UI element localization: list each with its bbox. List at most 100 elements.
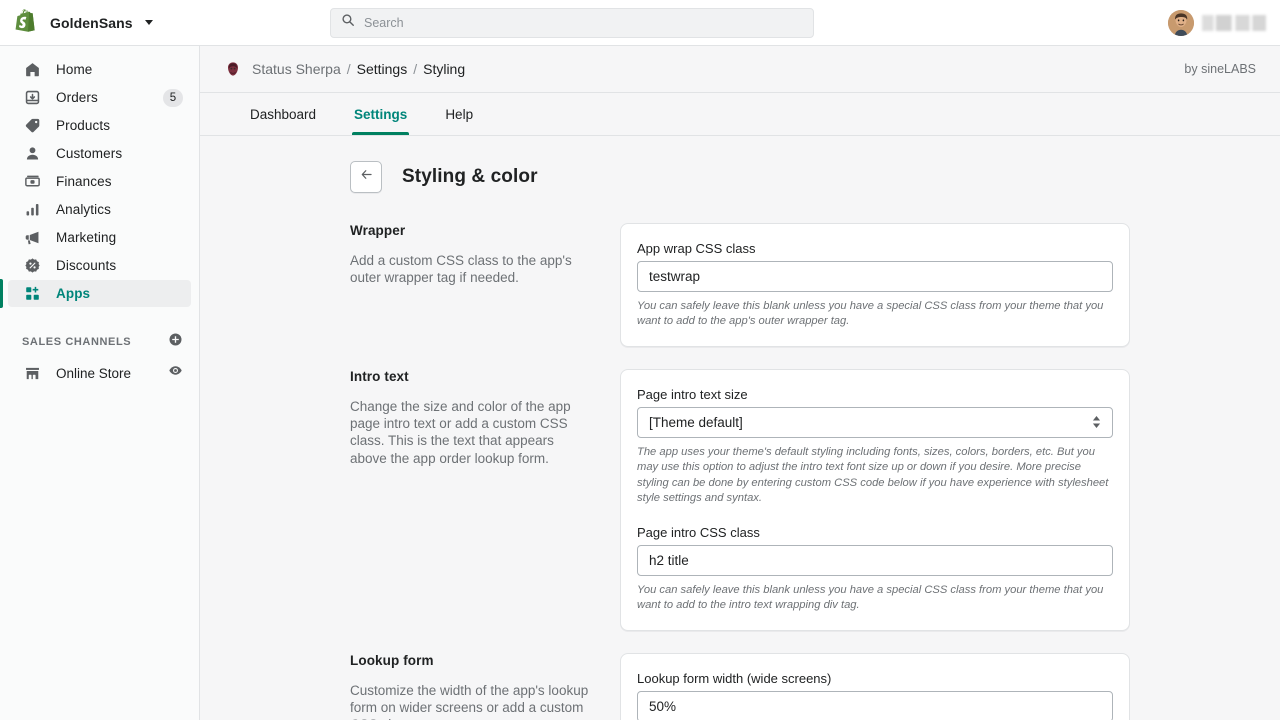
section-lookup-form: Lookup form Customize the width of the a…: [200, 653, 1280, 720]
card-lookup-form: Lookup form width (wide screens) This se…: [620, 653, 1130, 720]
apps-grid-plus-icon: [22, 284, 42, 304]
sidebar-item-label: Customers: [56, 146, 122, 161]
global-search[interactable]: [330, 8, 814, 38]
sidebar: Home Orders 5 Products Customers: [0, 46, 200, 720]
user-name-redacted: [1202, 15, 1266, 31]
sidebar-item-apps[interactable]: Apps: [8, 280, 191, 307]
breadcrumb-separator: /: [347, 61, 351, 77]
sidebar-item-products[interactable]: Products: [8, 112, 191, 139]
field-help-text: The app uses your theme's default stylin…: [637, 445, 1113, 507]
main-area: Status Sherpa / Settings / Styling by si…: [200, 46, 1280, 720]
sidebar-item-label: Marketing: [56, 230, 116, 245]
orders-badge: 5: [163, 89, 183, 107]
lookup-form-width-input[interactable]: [637, 691, 1113, 720]
settings-content: Styling & color Wrapper Add a custom CSS…: [200, 136, 1280, 720]
sidebar-item-finances[interactable]: Finances: [8, 168, 191, 195]
sidebar-item-label: Analytics: [56, 202, 111, 217]
page-intro-text-size-select[interactable]: [Theme default]: [637, 407, 1113, 438]
chevron-down-icon: [145, 20, 153, 25]
bar-chart-icon: [22, 200, 42, 220]
arrow-left-icon: [359, 167, 374, 187]
tab-dashboard[interactable]: Dashboard: [236, 93, 330, 135]
section-description-lookup-form: Lookup form Customize the width of the a…: [350, 653, 620, 720]
top-bar: GoldenSans: [0, 0, 1280, 46]
settings-sections: Wrapper Add a custom CSS class to the ap…: [200, 193, 1280, 720]
app-byline: by sineLABS: [1184, 62, 1256, 76]
breadcrumb-separator: /: [413, 61, 417, 77]
section-text: Add a custom CSS class to the app's oute…: [350, 252, 590, 287]
sidebar-item-label: Home: [56, 62, 92, 77]
breadcrumb-app-name[interactable]: Status Sherpa: [252, 61, 341, 77]
eye-icon[interactable]: [168, 363, 183, 383]
person-icon: [22, 144, 42, 164]
sidebar-item-home[interactable]: Home: [8, 56, 191, 83]
tab-label: Dashboard: [250, 107, 316, 122]
search-input[interactable]: [364, 16, 803, 30]
discount-badge-icon: [22, 256, 42, 276]
search-icon: [341, 13, 355, 32]
store-switcher[interactable]: GoldenSans: [0, 9, 330, 37]
section-description-intro-text: Intro text Change the size and color of …: [350, 369, 620, 631]
avatar[interactable]: [1168, 10, 1194, 36]
section-heading: Lookup form: [350, 653, 590, 668]
sidebar-item-label: Finances: [56, 174, 112, 189]
section-text: Change the size and color of the app pag…: [350, 398, 590, 467]
sidebar-item-label: Products: [56, 118, 110, 133]
field-lookup-form-width: Lookup form width (wide screens) This se…: [637, 671, 1113, 720]
page-intro-css-class-input[interactable]: [637, 545, 1113, 576]
sales-channels-header: SALES CHANNELS: [0, 329, 199, 355]
tab-settings[interactable]: Settings: [340, 93, 421, 135]
sidebar-item-label: Discounts: [56, 258, 116, 273]
section-wrapper: Wrapper Add a custom CSS class to the ap…: [200, 223, 1280, 347]
status-sherpa-app-icon: [224, 60, 242, 78]
sidebar-item-online-store[interactable]: Online Store: [8, 359, 191, 387]
field-app-wrap-css-class: App wrap CSS class You can safely leave …: [637, 241, 1113, 330]
sidebar-item-marketing[interactable]: Marketing: [8, 224, 191, 251]
orders-inbox-icon: [22, 88, 42, 108]
top-bar-right: [1168, 0, 1266, 46]
home-icon: [22, 60, 42, 80]
shopify-bag-icon: [14, 9, 40, 37]
tab-label: Settings: [354, 107, 407, 122]
cash-dollar-icon: [22, 172, 42, 192]
storefront-icon: [22, 363, 42, 383]
section-heading: Wrapper: [350, 223, 590, 238]
sidebar-item-label: Apps: [56, 286, 90, 301]
section-heading: Intro text: [350, 369, 590, 384]
tab-bar: Dashboard Settings Help: [200, 93, 1280, 136]
section-description-wrapper: Wrapper Add a custom CSS class to the ap…: [350, 223, 620, 347]
megaphone-icon: [22, 228, 42, 248]
breadcrumb-page: Styling: [423, 61, 465, 77]
section-text: Customize the width of the app's lookup …: [350, 682, 590, 720]
section-intro-text: Intro text Change the size and color of …: [200, 369, 1280, 631]
tab-label: Help: [445, 107, 473, 122]
sidebar-item-orders[interactable]: Orders 5: [8, 84, 191, 111]
sales-channels-title: SALES CHANNELS: [22, 336, 131, 348]
sidebar-item-label: Online Store: [56, 366, 131, 381]
page-header: Styling & color: [200, 136, 1280, 193]
back-button[interactable]: [350, 161, 382, 193]
field-page-intro-css-class: Page intro CSS class You can safely leav…: [637, 525, 1113, 614]
field-help-text: You can safely leave this blank unless y…: [637, 299, 1113, 330]
sidebar-item-analytics[interactable]: Analytics: [8, 196, 191, 223]
select-value: [Theme default]: [649, 415, 743, 430]
stepper-arrows-icon: [1092, 416, 1101, 428]
app-wrap-css-class-input[interactable]: [637, 261, 1113, 292]
plus-circle-icon[interactable]: [168, 332, 183, 352]
field-page-intro-text-size: Page intro text size [Theme default] The…: [637, 387, 1113, 507]
sidebar-item-customers[interactable]: Customers: [8, 140, 191, 167]
store-name: GoldenSans: [50, 15, 133, 31]
card-wrapper: App wrap CSS class You can safely leave …: [620, 223, 1130, 347]
field-label: Page intro text size: [637, 387, 1113, 402]
breadcrumb: Status Sherpa / Settings / Styling by si…: [200, 46, 1280, 93]
field-label: Page intro CSS class: [637, 525, 1113, 540]
field-label: App wrap CSS class: [637, 241, 1113, 256]
sidebar-item-discounts[interactable]: Discounts: [8, 252, 191, 279]
card-intro-text: Page intro text size [Theme default] The…: [620, 369, 1130, 631]
field-label: Lookup form width (wide screens): [637, 671, 1113, 686]
tab-help[interactable]: Help: [431, 93, 487, 135]
sidebar-item-label: Orders: [56, 90, 98, 105]
field-help-text: You can safely leave this blank unless y…: [637, 583, 1113, 614]
breadcrumb-section[interactable]: Settings: [357, 61, 408, 77]
tag-icon: [22, 116, 42, 136]
